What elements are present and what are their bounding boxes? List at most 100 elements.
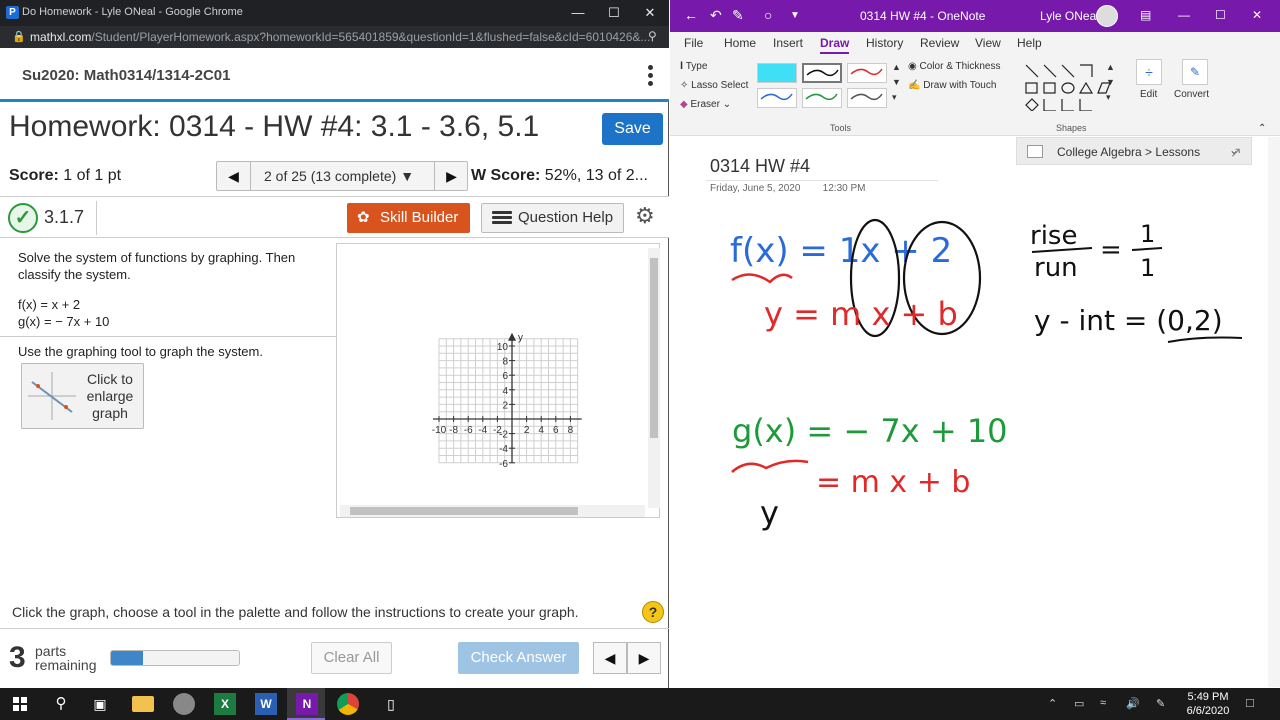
tab-draw[interactable]: Draw <box>820 36 850 54</box>
convert-button[interactable]: Convert <box>1174 89 1209 100</box>
skill-builder-button[interactable]: ✿ Skill Builder <box>347 203 470 233</box>
handwritten-ink[interactable]: f(x) = 1x + 2 y = m x + b rise run = 1 1… <box>670 190 1270 550</box>
pen-gallery-scroll[interactable]: ▲ ▼ ▾ <box>892 60 901 105</box>
ink-one-top: 1 <box>1140 220 1155 248</box>
question-position-select[interactable]: 2 of 25 (13 complete) ▼ <box>264 168 414 184</box>
close-button[interactable]: ✕ <box>632 0 668 26</box>
close-button[interactable]: ✕ <box>1252 8 1262 22</box>
task-view-icon[interactable]: ▣ <box>89 693 111 715</box>
draw-with-touch-button[interactable]: ✍ Draw with Touch <box>908 80 996 91</box>
windows-start-icon[interactable] <box>9 693 31 715</box>
x-tick-label: 6 <box>553 425 559 436</box>
page-title[interactable]: 0314 HW #4 <box>710 156 810 177</box>
gear-icon[interactable]: ⚙ <box>635 203 655 229</box>
expand-icon[interactable]: ↗ <box>1230 144 1242 161</box>
wifi-icon[interactable]: ≈ <box>1100 697 1106 709</box>
pen-icon[interactable]: ✎ <box>732 7 744 24</box>
network-icon[interactable]: ▭ <box>1074 697 1084 710</box>
minimize-button[interactable]: — <box>560 0 596 26</box>
zoom-icon[interactable]: ⚲ <box>648 29 657 43</box>
lasso-select-tool[interactable]: ✧ Lasso Select <box>680 80 748 91</box>
taskbar-clock[interactable]: 5:49 PM 6/6/2020 <box>1182 690 1234 718</box>
list-icon <box>492 211 512 225</box>
ribbon-tabs: File Home Insert Draw History Review Vie… <box>670 32 1280 56</box>
type-tool[interactable]: 𝐈 Type <box>680 61 707 72</box>
pen-tray-icon[interactable]: ✎ <box>1156 697 1165 710</box>
green-pen[interactable] <box>802 88 842 108</box>
highlighter-pen[interactable] <box>757 63 797 83</box>
undo-icon[interactable]: ↶ <box>710 7 722 24</box>
maximize-button[interactable]: ☐ <box>1215 8 1226 22</box>
tab-home[interactable]: Home <box>724 36 756 50</box>
shapes-gallery[interactable] <box>1022 61 1116 111</box>
edit-button[interactable]: Edit <box>1140 89 1157 100</box>
tab-insert[interactable]: Insert <box>773 36 803 50</box>
tab-history[interactable]: History <box>866 36 903 50</box>
y-tick-label: 8 <box>502 357 508 368</box>
tab-view[interactable]: View <box>975 36 1001 50</box>
red-pen[interactable] <box>847 63 887 83</box>
save-button[interactable]: Save <box>602 113 663 145</box>
volume-icon[interactable]: 🔊 <box>1126 697 1140 710</box>
word-icon[interactable]: W <box>255 693 277 715</box>
enlarge-graph-button[interactable]: Click to enlarge graph <box>21 363 144 429</box>
file-explorer-icon[interactable] <box>132 696 154 712</box>
app-icon[interactable] <box>173 693 195 715</box>
page-scrollbar[interactable] <box>1268 137 1280 687</box>
browser-window: P Do Homework - Lyle ONeal - Google Chro… <box>0 0 669 688</box>
onenote-icon[interactable]: N <box>296 693 318 715</box>
eraser-tool[interactable]: ◆ Eraser ⌄ <box>680 99 731 110</box>
url-text[interactable]: mathxl.com/Student/PlayerHomework.aspx?h… <box>30 30 650 44</box>
clear-all-button[interactable]: Clear All <box>311 642 392 674</box>
chrome-icon[interactable] <box>337 693 359 715</box>
chevron-up-icon[interactable]: ⌃ <box>1048 697 1057 710</box>
next-part-button[interactable]: ▶ <box>627 642 661 674</box>
notebook-breadcrumb[interactable]: College Algebra > Lessons ⌄ <box>1016 137 1252 165</box>
blue-pen-stroke-icon <box>760 93 793 101</box>
next-question-button[interactable]: ▶ <box>434 162 468 190</box>
address-bar[interactable]: 🔒 mathxl.com/Student/PlayerHomework.aspx… <box>0 26 669 48</box>
graph-panel[interactable]: y -10 -8 -6 -4 -2 2 4 6 8 10 8 6 4 2 -2 -4 -6 <box>336 243 660 518</box>
graph-horizontal-scrollbar[interactable] <box>340 505 645 517</box>
avatar[interactable] <box>1096 5 1118 27</box>
tab-review[interactable]: Review <box>920 36 959 50</box>
coordinate-grid[interactable]: y-10 -8 -6 -4 -2 2 4 6 8108642-2-4-6 <box>337 244 647 504</box>
color-thickness-button[interactable]: ◉ Color & Thickness <box>908 61 1000 72</box>
phone-icon[interactable]: ▯ <box>380 693 402 715</box>
ink-fx: f(x) = 1x + 2 <box>730 231 952 271</box>
graph-vertical-scrollbar[interactable] <box>648 248 660 508</box>
back-icon[interactable]: ← <box>684 7 698 23</box>
convert-icon[interactable]: ✎ <box>1182 59 1208 85</box>
check-answer-button[interactable]: Check Answer <box>458 642 579 674</box>
tab-file[interactable]: File <box>684 36 703 50</box>
gray-pen[interactable] <box>847 88 887 108</box>
excel-icon[interactable]: X <box>214 693 236 715</box>
notification-icon[interactable]: □ <box>1246 695 1254 710</box>
touch-icon[interactable]: ○ <box>764 7 772 23</box>
maximize-button[interactable]: ☐ <box>596 0 632 26</box>
divider <box>0 336 336 337</box>
x-tick-label: 4 <box>538 425 544 436</box>
more-menu-icon[interactable] <box>648 65 654 87</box>
previous-question-button[interactable]: ◀ <box>217 162 251 190</box>
scrollbar-thumb[interactable] <box>650 258 658 438</box>
graph-instruction: Use the graphing tool to graph the syste… <box>18 344 263 359</box>
edit-icon[interactable]: ÷ <box>1136 59 1162 85</box>
y-tick-label: 4 <box>502 386 508 397</box>
blue-pen[interactable] <box>757 88 797 108</box>
shapes-gallery-scroll[interactable]: ▲ ▼ ▾ <box>1106 60 1115 105</box>
help-icon[interactable]: ? <box>642 601 664 623</box>
customize-icon[interactable]: ▼ <box>790 10 800 21</box>
question-help-button[interactable]: Question Help <box>481 203 624 233</box>
black-pen[interactable] <box>802 63 842 83</box>
search-icon[interactable]: ⚲ <box>50 693 72 715</box>
collapse-ribbon-icon[interactable]: ⌃ <box>1258 123 1266 134</box>
question-score: Score: 1 of 1 pt <box>9 167 121 185</box>
previous-part-button[interactable]: ◀ <box>593 642 627 674</box>
ink-underline <box>731 273 793 284</box>
minimize-button[interactable]: — <box>1178 8 1190 22</box>
user-name[interactable]: Lyle ONeal <box>1040 9 1099 23</box>
scrollbar-thumb[interactable] <box>350 507 578 515</box>
ribbon-display-icon[interactable]: ▤ <box>1140 8 1151 22</box>
tab-help[interactable]: Help <box>1017 36 1042 50</box>
